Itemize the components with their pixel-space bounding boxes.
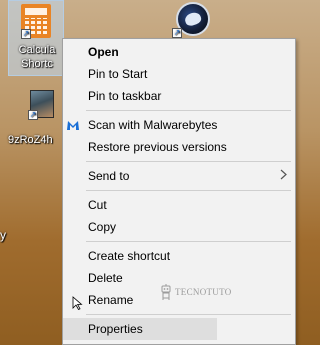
menu-item-copy[interactable]: Copy	[63, 216, 295, 238]
menu-separator	[86, 110, 291, 111]
menu-separator	[86, 190, 291, 191]
chevron-right-icon	[280, 165, 287, 187]
menu-separator	[86, 161, 291, 162]
menu-item-create-shortcut[interactable]: Create shortcut	[63, 245, 295, 267]
menu-item-cut[interactable]: Cut	[63, 194, 295, 216]
menu-item-open[interactable]: Open	[63, 41, 295, 63]
watermark: TECNOTUTO	[160, 281, 232, 303]
shortcut-arrow-icon: ↗	[172, 28, 182, 38]
robot-icon	[161, 284, 171, 300]
mouse-cursor-icon	[72, 296, 83, 310]
menu-item-send-to[interactable]: Send to	[63, 165, 295, 187]
desktop-icon-label: Calcula Shortc	[18, 44, 56, 70]
menu-item-scan-malwarebytes[interactable]: Scan with Malwarebytes	[63, 114, 295, 136]
menu-item-label: Scan with Malwarebytes	[88, 118, 218, 132]
menu-item-restore-previous-versions[interactable]: Restore previous versions	[63, 136, 295, 158]
watermark-text: TECNOTUTO	[175, 287, 232, 297]
desktop-icon-photo[interactable]: ↗ 9zRoZ4h	[0, 88, 58, 150]
menu-item-label: Send to	[88, 169, 130, 183]
desktop-icon-app[interactable]: ↗	[168, 0, 218, 42]
menu-item-pin-to-taskbar[interactable]: Pin to taskbar	[63, 85, 295, 107]
menu-item-pin-to-start[interactable]: Pin to Start	[63, 63, 295, 85]
shortcut-arrow-icon: ↗	[28, 110, 38, 120]
menu-separator	[86, 314, 291, 315]
desktop-icon-calculator-shortcut[interactable]: ↗ Calcula Shortc	[8, 0, 64, 76]
menu-separator	[86, 241, 291, 242]
menu-item-properties[interactable]: Properties	[63, 318, 217, 340]
malwarebytes-icon	[67, 121, 79, 130]
desktop-icon-partial[interactable]: y	[0, 228, 6, 242]
shortcut-arrow-icon: ↗	[21, 29, 31, 39]
